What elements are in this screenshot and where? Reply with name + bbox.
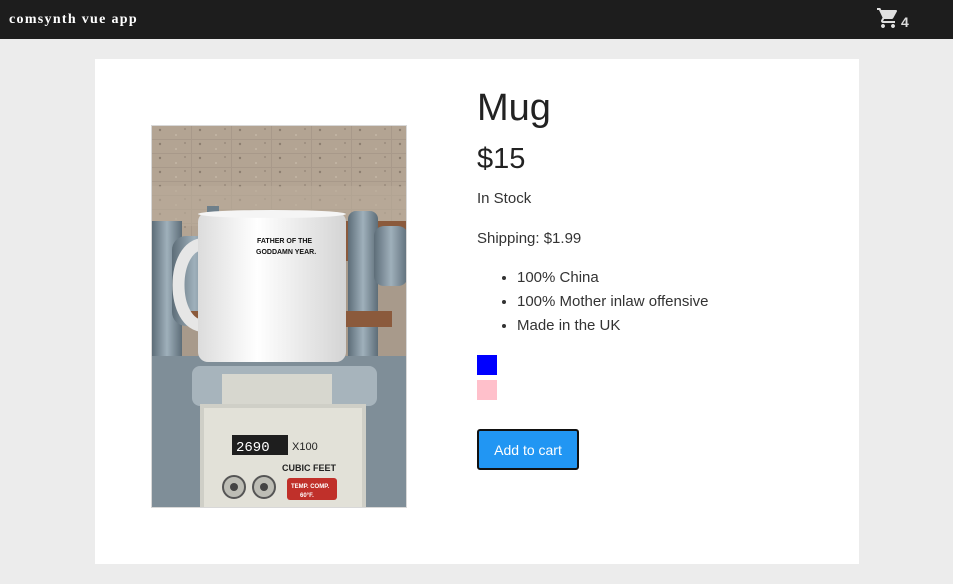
meter-temp-line1: TEMP. COMP. xyxy=(291,484,329,490)
stock-status: In Stock xyxy=(477,190,532,207)
meter-counter: 2690 xyxy=(236,440,270,456)
shopping-cart-icon xyxy=(876,6,900,30)
product-details-list: 100% China 100% Mother inlaw offensive M… xyxy=(517,269,709,341)
product-image: 2690 X100 CUBIC FEET TEMP. COMP. 60°F. F… xyxy=(151,125,407,508)
color-swatch-pink[interactable] xyxy=(477,380,497,400)
detail-item: 100% Mother inlaw offensive xyxy=(517,293,709,317)
product-card: 2690 X100 CUBIC FEET TEMP. COMP. 60°F. F… xyxy=(95,59,859,564)
meter-multiplier: X100 xyxy=(292,441,318,453)
meter-unit: CUBIC FEET xyxy=(282,463,337,473)
add-to-cart-button[interactable]: Add to cart xyxy=(477,429,579,470)
product-title: Mug xyxy=(477,87,551,129)
app-brand[interactable]: comsynth vue app xyxy=(9,12,138,28)
shipping-cost: Shipping: $1.99 xyxy=(477,230,582,247)
cart-button[interactable]: 4 xyxy=(876,6,909,30)
cart-count: 4 xyxy=(901,14,909,30)
product-price: $15 xyxy=(477,143,526,175)
meter-temp-line2: 60°F. xyxy=(300,493,314,499)
mug-text-line2: GODDAMN YEAR. xyxy=(256,249,316,256)
mug-text-line1: FATHER OF THE xyxy=(257,238,312,245)
top-navbar: comsynth vue app 4 xyxy=(0,0,953,39)
detail-item: 100% China xyxy=(517,269,709,293)
detail-item: Made in the UK xyxy=(517,317,709,341)
color-swatch-blue[interactable] xyxy=(477,355,497,375)
